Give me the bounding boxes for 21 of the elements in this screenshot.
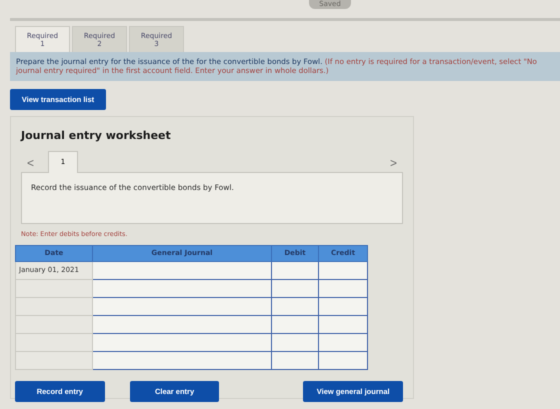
account-field[interactable] — [93, 280, 271, 296]
account-field[interactable] — [93, 334, 271, 350]
credit-field[interactable] — [319, 262, 367, 278]
next-button[interactable]: > — [384, 154, 403, 172]
account-field[interactable] — [93, 352, 271, 368]
worksheet-title: Journal entry worksheet — [21, 128, 172, 142]
debit-field[interactable] — [272, 298, 318, 314]
debit-field[interactable] — [272, 352, 318, 368]
account-field[interactable] — [93, 316, 271, 332]
debit-field[interactable] — [272, 316, 318, 332]
debit-field[interactable] — [272, 262, 318, 278]
credit-field[interactable] — [319, 316, 367, 332]
credit-field[interactable] — [319, 280, 367, 296]
debit-field[interactable] — [272, 280, 318, 296]
credit-field[interactable] — [319, 334, 367, 350]
account-field[interactable] — [93, 298, 271, 314]
account-field[interactable] — [93, 262, 271, 278]
previous-button[interactable]: < — [21, 154, 40, 172]
credit-field[interactable] — [319, 352, 367, 368]
debit-field[interactable] — [272, 334, 318, 350]
credit-field[interactable] — [319, 298, 367, 314]
